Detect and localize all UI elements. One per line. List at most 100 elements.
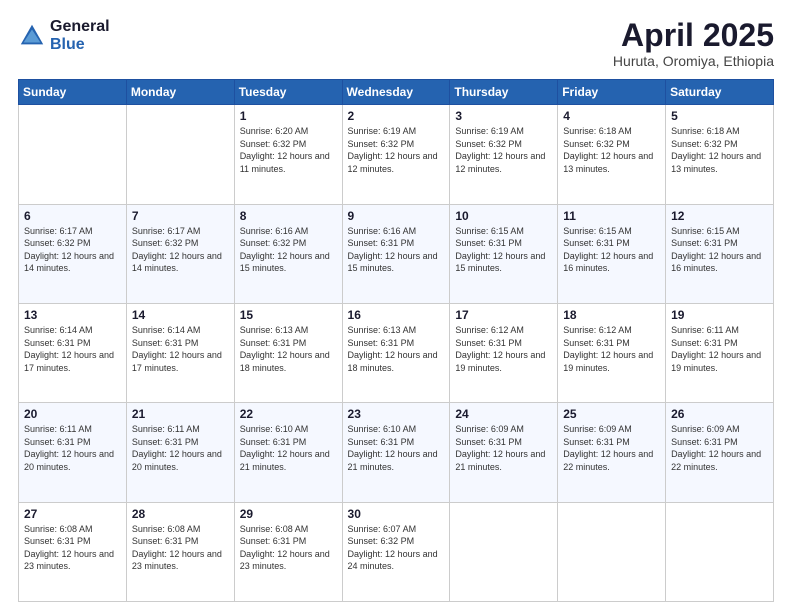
logo: General Blue bbox=[18, 18, 110, 53]
day-info: Sunrise: 6:12 AM Sunset: 6:31 PM Dayligh… bbox=[455, 324, 552, 374]
calendar-cell bbox=[126, 105, 234, 204]
day-info: Sunrise: 6:15 AM Sunset: 6:31 PM Dayligh… bbox=[455, 225, 552, 275]
calendar-cell: 21Sunrise: 6:11 AM Sunset: 6:31 PM Dayli… bbox=[126, 403, 234, 502]
calendar-cell: 26 Sunrise: 6:09 AM Sunset: 6:31 PM Dayli… bbox=[666, 403, 774, 502]
day-number: 24 bbox=[455, 407, 552, 421]
day-info: Sunrise: 6:12 AM Sunset: 6:31 PM Dayligh… bbox=[563, 324, 660, 374]
calendar-cell: 9 Sunrise: 6:16 AM Sunset: 6:31 PM Daylig… bbox=[342, 204, 450, 303]
logo-text: General Blue bbox=[50, 18, 110, 53]
calendar-cell bbox=[450, 502, 558, 601]
calendar-cell: 24 Sunrise: 6:09 AM Sunset: 6:31 PM Dayli… bbox=[450, 403, 558, 502]
col-saturday: Saturday bbox=[666, 80, 774, 105]
day-number: 12 bbox=[671, 209, 768, 223]
day-info: Sunrise: 6:17 AM Sunset: 6:32 PM Dayligh… bbox=[132, 225, 229, 275]
day-info: Sunrise: 6:08 AM Sunset: 6:31 PM Dayligh… bbox=[132, 523, 229, 573]
calendar-cell: 22Sunrise: 6:10 AM Sunset: 6:31 PM Dayli… bbox=[234, 403, 342, 502]
calendar-cell: 10 Sunrise: 6:15 AM Sunset: 6:31 PM Dayli… bbox=[450, 204, 558, 303]
day-info: Sunrise: 6:09 AM Sunset: 6:31 PM Dayligh… bbox=[563, 423, 660, 473]
day-info: Sunrise: 6:11 AM Sunset: 6:31 PM Dayligh… bbox=[24, 423, 121, 473]
day-number: 25 bbox=[563, 407, 660, 421]
day-info: Sunrise: 6:14 AM Sunset: 6:31 PM Dayligh… bbox=[24, 324, 121, 374]
day-info: Sunrise: 6:15 AM Sunset: 6:31 PM Dayligh… bbox=[671, 225, 768, 275]
day-info: Sunrise: 6:16 AM Sunset: 6:32 PM Dayligh… bbox=[240, 225, 337, 275]
day-number: 3 bbox=[455, 109, 552, 123]
col-friday: Friday bbox=[558, 80, 666, 105]
day-number: 2 bbox=[348, 109, 445, 123]
calendar-cell bbox=[558, 502, 666, 601]
calendar-week-2: 6 Sunrise: 6:17 AM Sunset: 6:32 PM Daylig… bbox=[19, 204, 774, 303]
calendar-week-4: 20 Sunrise: 6:11 AM Sunset: 6:31 PM Dayli… bbox=[19, 403, 774, 502]
calendar-cell: 4Sunrise: 6:18 AM Sunset: 6:32 PM Daylig… bbox=[558, 105, 666, 204]
day-info: Sunrise: 6:17 AM Sunset: 6:32 PM Dayligh… bbox=[24, 225, 121, 275]
day-number: 28 bbox=[132, 507, 229, 521]
day-number: 18 bbox=[563, 308, 660, 322]
day-number: 27 bbox=[24, 507, 121, 521]
calendar-cell: 25 Sunrise: 6:09 AM Sunset: 6:31 PM Dayli… bbox=[558, 403, 666, 502]
day-number: 30 bbox=[348, 507, 445, 521]
day-number: 9 bbox=[348, 209, 445, 223]
calendar-cell: 7 Sunrise: 6:17 AM Sunset: 6:32 PM Daylig… bbox=[126, 204, 234, 303]
day-number: 15 bbox=[240, 308, 337, 322]
calendar-page: General Blue April 2025 Huruta, Oromiya,… bbox=[0, 0, 792, 612]
calendar-cell: 23Sunrise: 6:10 AM Sunset: 6:31 PM Dayli… bbox=[342, 403, 450, 502]
day-number: 20 bbox=[24, 407, 121, 421]
day-info: Sunrise: 6:11 AM Sunset: 6:31 PM Dayligh… bbox=[671, 324, 768, 374]
day-info: Sunrise: 6:07 AM Sunset: 6:32 PM Dayligh… bbox=[348, 523, 445, 573]
calendar-cell: 5Sunrise: 6:18 AM Sunset: 6:32 PM Daylig… bbox=[666, 105, 774, 204]
day-info: Sunrise: 6:18 AM Sunset: 6:32 PM Dayligh… bbox=[671, 125, 768, 175]
calendar-cell: 19 Sunrise: 6:11 AM Sunset: 6:31 PM Dayli… bbox=[666, 303, 774, 402]
day-info: Sunrise: 6:09 AM Sunset: 6:31 PM Dayligh… bbox=[671, 423, 768, 473]
title-month: April 2025 bbox=[613, 18, 774, 53]
logo-general: General bbox=[50, 18, 110, 36]
day-info: Sunrise: 6:13 AM Sunset: 6:31 PM Dayligh… bbox=[348, 324, 445, 374]
day-info: Sunrise: 6:08 AM Sunset: 6:31 PM Dayligh… bbox=[24, 523, 121, 573]
day-info: Sunrise: 6:08 AM Sunset: 6:31 PM Dayligh… bbox=[240, 523, 337, 573]
calendar-cell: 12 Sunrise: 6:15 AM Sunset: 6:31 PM Dayli… bbox=[666, 204, 774, 303]
day-number: 29 bbox=[240, 507, 337, 521]
calendar-cell: 29 Sunrise: 6:08 AM Sunset: 6:31 PM Dayli… bbox=[234, 502, 342, 601]
day-number: 7 bbox=[132, 209, 229, 223]
col-wednesday: Wednesday bbox=[342, 80, 450, 105]
calendar-cell: 16Sunrise: 6:13 AM Sunset: 6:31 PM Dayli… bbox=[342, 303, 450, 402]
logo-icon bbox=[18, 22, 46, 50]
day-number: 19 bbox=[671, 308, 768, 322]
title-location: Huruta, Oromiya, Ethiopia bbox=[613, 53, 774, 69]
day-info: Sunrise: 6:16 AM Sunset: 6:31 PM Dayligh… bbox=[348, 225, 445, 275]
day-info: Sunrise: 6:15 AM Sunset: 6:31 PM Dayligh… bbox=[563, 225, 660, 275]
logo-blue: Blue bbox=[50, 36, 110, 54]
col-monday: Monday bbox=[126, 80, 234, 105]
calendar-cell bbox=[666, 502, 774, 601]
calendar-week-3: 13 Sunrise: 6:14 AM Sunset: 6:31 PM Dayli… bbox=[19, 303, 774, 402]
col-sunday: Sunday bbox=[19, 80, 127, 105]
calendar-cell: 20 Sunrise: 6:11 AM Sunset: 6:31 PM Dayli… bbox=[19, 403, 127, 502]
day-number: 21 bbox=[132, 407, 229, 421]
calendar-table: Sunday Monday Tuesday Wednesday Thursday… bbox=[18, 79, 774, 602]
day-number: 11 bbox=[563, 209, 660, 223]
day-number: 13 bbox=[24, 308, 121, 322]
calendar-week-1: 1Sunrise: 6:20 AM Sunset: 6:32 PM Daylig… bbox=[19, 105, 774, 204]
day-number: 22 bbox=[240, 407, 337, 421]
day-info: Sunrise: 6:14 AM Sunset: 6:31 PM Dayligh… bbox=[132, 324, 229, 374]
calendar-cell: 13 Sunrise: 6:14 AM Sunset: 6:31 PM Dayli… bbox=[19, 303, 127, 402]
col-tuesday: Tuesday bbox=[234, 80, 342, 105]
day-number: 17 bbox=[455, 308, 552, 322]
calendar-header-row: Sunday Monday Tuesday Wednesday Thursday… bbox=[19, 80, 774, 105]
day-number: 6 bbox=[24, 209, 121, 223]
day-number: 14 bbox=[132, 308, 229, 322]
day-info: Sunrise: 6:13 AM Sunset: 6:31 PM Dayligh… bbox=[240, 324, 337, 374]
calendar-cell: 11 Sunrise: 6:15 AM Sunset: 6:31 PM Dayli… bbox=[558, 204, 666, 303]
calendar-cell: 6 Sunrise: 6:17 AM Sunset: 6:32 PM Daylig… bbox=[19, 204, 127, 303]
col-thursday: Thursday bbox=[450, 80, 558, 105]
day-number: 10 bbox=[455, 209, 552, 223]
day-info: Sunrise: 6:10 AM Sunset: 6:31 PM Dayligh… bbox=[348, 423, 445, 473]
day-number: 4 bbox=[563, 109, 660, 123]
calendar-cell: 17 Sunrise: 6:12 AM Sunset: 6:31 PM Dayli… bbox=[450, 303, 558, 402]
day-number: 8 bbox=[240, 209, 337, 223]
calendar-cell: 1Sunrise: 6:20 AM Sunset: 6:32 PM Daylig… bbox=[234, 105, 342, 204]
day-info: Sunrise: 6:09 AM Sunset: 6:31 PM Dayligh… bbox=[455, 423, 552, 473]
calendar-cell: 2Sunrise: 6:19 AM Sunset: 6:32 PM Daylig… bbox=[342, 105, 450, 204]
calendar-cell bbox=[19, 105, 127, 204]
day-number: 26 bbox=[671, 407, 768, 421]
calendar-cell: 30 Sunrise: 6:07 AM Sunset: 6:32 PM Dayli… bbox=[342, 502, 450, 601]
day-info: Sunrise: 6:19 AM Sunset: 6:32 PM Dayligh… bbox=[455, 125, 552, 175]
